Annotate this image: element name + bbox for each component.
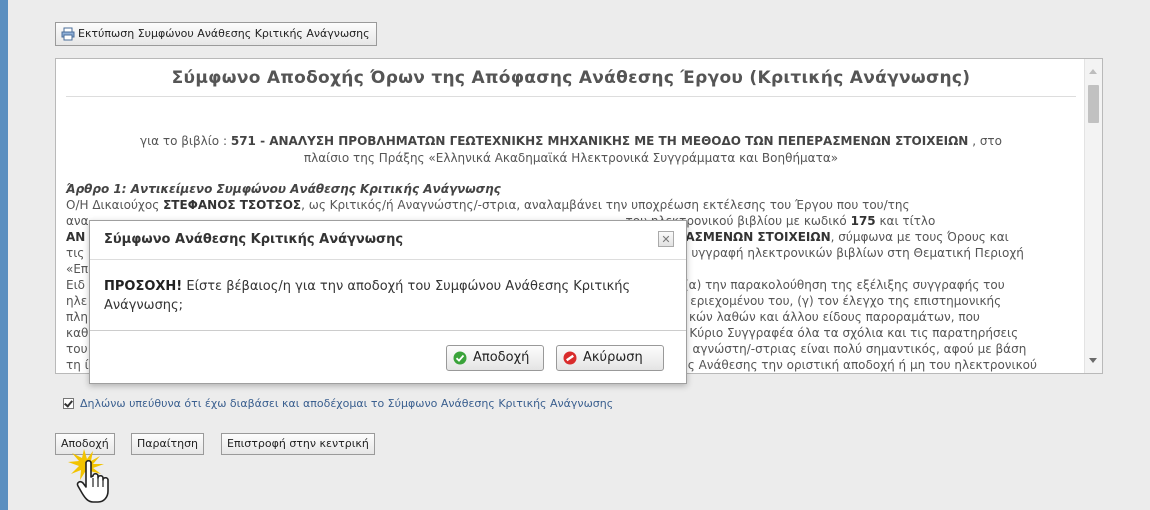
- text-fragment: ανα: [66, 214, 89, 228]
- print-button-label: Εκτύπωση Συμφώνου Ανάθεσης Κριτικής Ανάγ…: [78, 27, 370, 40]
- book-code-title: 571 - ΑΝΑΛΥΣΗ ΠΡΟΒΛΗΜΑΤΩΝ ΓΕΩΤΕΧΝΙΚΗΣ ΜΗ…: [230, 134, 969, 148]
- scroll-up-icon[interactable]: [1089, 69, 1097, 74]
- book-code: 175: [850, 214, 876, 228]
- left-accent-bar: [0, 0, 8, 510]
- dialog-message: ΠΡΟΣΟΧΗ! Είστε βέβαιος/η για την αποδοχή…: [104, 277, 674, 315]
- text-fragment: του: [66, 342, 88, 356]
- dialog-title: Σύμφωνο Ανάθεσης Κριτικής Ανάγνωσης: [104, 232, 404, 247]
- article-line: Ο/Η Δικαιούχος ΣΤΕΦΑΝΟΣ ΤΣΟΤΣΟΣ, ως Κριτ…: [66, 197, 1076, 213]
- dialog-accept-label: Αποδοχή: [473, 350, 530, 365]
- dialog-cancel-button[interactable]: Ακύρωση: [556, 345, 664, 371]
- book-suffix: , στο: [972, 134, 1002, 148]
- text-fragment: Κύριο Συγγραφέα όλα τα σχόλια και τις πα…: [689, 326, 1019, 340]
- dialog-titlebar: Σύμφωνο Ανάθεσης Κριτικής Ανάγνωσης ✕: [90, 221, 686, 260]
- text-fragment: πλη: [66, 310, 88, 324]
- text-fragment: υγγραφή ηλεκτρονικών βιβλίων στη Θεματικ…: [691, 246, 1024, 260]
- declaration-checkbox[interactable]: [63, 398, 74, 409]
- text-fragment: τις: [66, 246, 85, 260]
- confirm-dialog: Σύμφωνο Ανάθεσης Κριτικής Ανάγνωσης ✕ ΠΡ…: [89, 220, 687, 384]
- text-fragment: καθ: [66, 326, 89, 340]
- text-fragment: «Επ: [66, 262, 89, 276]
- no-entry-icon: [563, 351, 577, 365]
- document-title: Σύμφωνο Αποδοχής Όρων της Απόφασης Ανάθε…: [66, 68, 1076, 97]
- text-fragment: και τίτλο: [879, 214, 936, 228]
- scrollbar-thumb[interactable]: [1088, 85, 1099, 123]
- text-fragment: , ως Κριτικός/ή Αναγνώστης/-στρια, αναλα…: [301, 198, 910, 212]
- close-icon[interactable]: ✕: [658, 231, 674, 247]
- text-fragment: Ειδ: [66, 278, 85, 292]
- declaration-label[interactable]: Δηλώνω υπεύθυνα ότι έχω διαβάσει και απο…: [80, 397, 613, 410]
- text-fragment: ηλε: [66, 294, 88, 308]
- scroll-down-icon[interactable]: [1089, 358, 1097, 363]
- check-circle-icon: [453, 351, 467, 365]
- text-fragment: ς Ανάθεσης την οριστική αποδοχή ή μη του…: [687, 358, 1037, 372]
- book-line: για το βιβλίο : 571 - ΑΝΑΛΥΣΗ ΠΡΟΒΛΗΜΑΤΩ…: [66, 133, 1076, 167]
- text-fragment: αγνώστη/-στριας είναι πολύ σημαντικός, α…: [692, 342, 1027, 356]
- text-fragment: (α) την παρακολούθηση της εξέλιξης συγγρ…: [683, 278, 1005, 292]
- text-fragment: Ο/Η Δικαιούχος: [66, 198, 160, 212]
- text-fragment: τη ί: [66, 358, 89, 372]
- back-to-home-button[interactable]: Επιστροφή στην κεντρική: [221, 433, 375, 455]
- article-1-heading: Άρθρο 1: Αντικείμενο Συμφώνου Ανάθεσης Κ…: [66, 182, 501, 196]
- document-scrollbar[interactable]: [1084, 59, 1102, 373]
- printer-icon: [61, 27, 75, 41]
- text-fragment: εριεχομένου του, (γ) τον έλεγχο της επισ…: [690, 294, 1002, 308]
- warning-label: ΠΡΟΣΟΧΗ!: [104, 279, 183, 294]
- dialog-message-text: Είστε βέβαιος/η για την αποδοχή του Συμφ…: [104, 279, 631, 313]
- text-fragment: ΑΣΜΕΝΩΝ ΣΤΟΙΧΕΙΩΝ: [685, 230, 831, 244]
- book-prefix: για το βιβλίο :: [140, 134, 228, 148]
- text-fragment: ΑΝ: [66, 230, 86, 244]
- dialog-divider: [90, 330, 686, 331]
- book-context: πλαίσιο της Πράξης «Ελληνικά Ακαδημαϊκά …: [303, 151, 839, 165]
- dialog-accept-button[interactable]: Αποδοχή: [446, 345, 544, 371]
- resign-button[interactable]: Παραίτηση: [131, 433, 205, 455]
- hand-pointer-icon: [68, 449, 109, 503]
- beneficiary-name: ΣΤΕΦΑΝΟΣ ΤΣΟΤΣΟΣ: [163, 198, 302, 212]
- dialog-cancel-label: Ακύρωση: [583, 350, 643, 365]
- print-agreement-button[interactable]: Εκτύπωση Συμφώνου Ανάθεσης Κριτικής Ανάγ…: [55, 22, 377, 46]
- text-fragment: , σύμφωνα με τους Όρους και: [830, 230, 1009, 244]
- text-fragment: κών λαθών και άλλου είδους παροραμάτων, …: [688, 310, 980, 324]
